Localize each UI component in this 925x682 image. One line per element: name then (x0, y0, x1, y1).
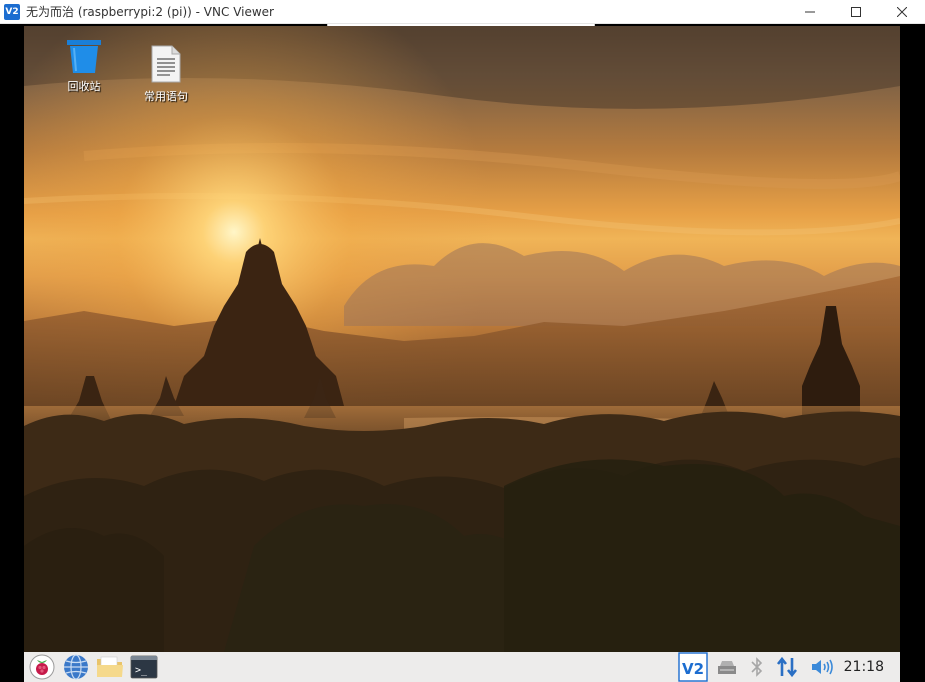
network-icon (776, 656, 797, 678)
minimize-button[interactable] (787, 0, 833, 24)
maximize-button[interactable] (833, 0, 879, 24)
network-tray-button[interactable] (776, 652, 798, 682)
bluetooth-tray-button[interactable] (750, 652, 764, 682)
eject-icon (717, 661, 736, 674)
system-tray: V2 21:18 (677, 652, 900, 682)
desktop-icon-text-file[interactable]: 常用语句 (131, 44, 201, 104)
desktop-icon-label: 回收站 (67, 80, 101, 93)
vnc-viewer-icon: V2 (4, 3, 20, 20)
vnc-server-tray-button[interactable]: V2 (677, 652, 708, 682)
clock[interactable]: 21:18 (844, 659, 884, 675)
raspberry-menu-icon (29, 654, 55, 680)
window-controls (787, 0, 925, 24)
remote-desktop[interactable]: 回收站 常用语句 (24, 26, 900, 652)
eject-tray-button[interactable] (716, 652, 738, 682)
file-manager-button[interactable] (96, 653, 124, 681)
raspberry-menu-button[interactable] (28, 653, 56, 681)
right-border (900, 26, 925, 652)
left-border (0, 26, 24, 652)
terminal-icon: >_ (130, 655, 158, 679)
file-manager-icon (97, 656, 123, 677)
bluetooth-icon (751, 657, 762, 677)
taskbar: >_ V2 21:18 (24, 652, 900, 682)
volume-tray-button[interactable] (810, 652, 834, 682)
svg-text:V2: V2 (682, 660, 704, 678)
terminal-button[interactable]: >_ (130, 653, 158, 681)
desktop-icon-label: 常用语句 (144, 90, 188, 103)
svg-text:>_: >_ (135, 665, 148, 676)
window-title: 无为而治 (raspberrypi:2 (pi)) - VNC Viewer (26, 5, 274, 19)
wallpaper-image (24, 26, 900, 652)
volume-icon (811, 659, 833, 675)
desktop-icon-trash[interactable]: 回收站 (49, 38, 119, 94)
trash-icon (67, 40, 101, 73)
text-file-icon (151, 45, 181, 83)
minimize-icon (805, 11, 815, 13)
close-button[interactable] (879, 0, 925, 24)
window-titlebar[interactable]: V2 无为而治 (raspberrypi:2 (pi)) - VNC Viewe… (0, 0, 925, 24)
web-browser-icon (64, 654, 88, 680)
maximize-icon (851, 7, 861, 17)
close-icon (897, 7, 907, 17)
web-browser-button[interactable] (62, 653, 90, 681)
vnc-server-icon: V2 (677, 652, 708, 682)
